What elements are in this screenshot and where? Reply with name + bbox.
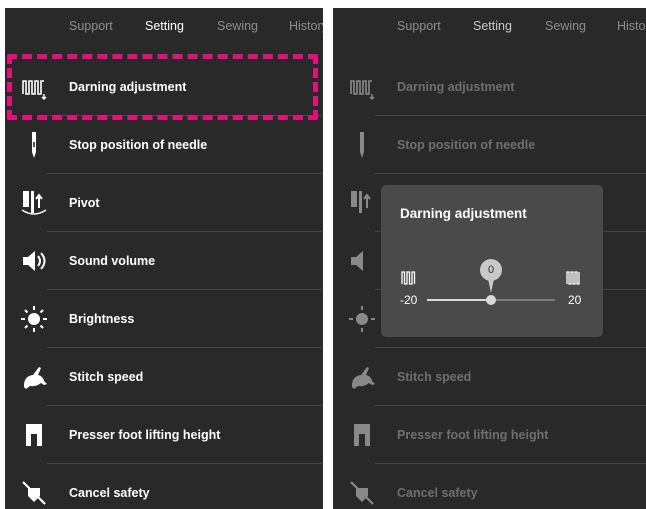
presser-foot-icon	[26, 424, 42, 446]
slider-value-pointer	[488, 279, 494, 293]
setting-label: Cancel safety	[69, 486, 150, 500]
slider-fill	[427, 299, 491, 301]
tab-history[interactable]: History	[617, 19, 646, 33]
needle-icon	[32, 132, 36, 158]
setting-label: Stop position of needle	[397, 138, 536, 152]
darning-tight-icon	[566, 271, 580, 285]
setting-label: Pivot	[69, 196, 100, 210]
setting-row-stitch-speed[interactable]: Stitch speed	[5, 348, 323, 406]
pivot-icon	[351, 191, 371, 213]
tab-setting[interactable]: Setting	[145, 19, 184, 33]
tab-bar: Support Setting Sewing History	[5, 8, 323, 46]
needle-icon	[360, 132, 364, 158]
brightness-icon	[21, 306, 47, 332]
tab-history[interactable]: History	[289, 19, 323, 33]
setting-row-stitch-speed[interactable]: Stitch speed	[333, 348, 646, 406]
rabbit-icon	[352, 367, 375, 389]
setting-row-darning[interactable]: Darning adjustment	[333, 58, 646, 116]
speaker-icon	[351, 251, 363, 271]
slider-thumb[interactable]	[486, 295, 496, 305]
tab-sewing[interactable]: Sewing	[545, 19, 586, 33]
setting-label: Presser foot lifting height	[397, 428, 549, 442]
pivot-icon	[21, 191, 47, 215]
setting-label: Darning adjustment	[397, 80, 515, 94]
setting-row-presser-foot[interactable]: Presser foot lifting height	[333, 406, 646, 464]
presser-foot-icon	[354, 424, 370, 446]
darning-loose-icon	[401, 271, 416, 285]
setting-label: Presser foot lifting height	[69, 428, 221, 442]
setting-label: Stitch speed	[69, 370, 144, 384]
setting-row-brightness[interactable]: Brightness	[5, 290, 323, 348]
setting-row-cancel-safety[interactable]: Cancel safety	[5, 464, 323, 509]
tab-bar: Support Setting Sewing History	[333, 8, 646, 46]
setting-label: Stitch speed	[397, 370, 472, 384]
darning-adjustment-dialog: Darning adjustment 0 -20 20	[381, 185, 603, 337]
slider-min-label: -20	[400, 293, 418, 307]
cancel-safety-icon	[22, 481, 46, 505]
setting-row-sound[interactable]: Sound volume	[5, 232, 323, 290]
setting-label: Sound volume	[69, 254, 156, 268]
setting-label: Stop position of needle	[69, 138, 208, 152]
setting-row-needle-stop[interactable]: Stop position of needle	[5, 116, 323, 174]
setting-row-pivot[interactable]: Pivot	[5, 174, 323, 232]
tab-sewing[interactable]: Sewing	[217, 19, 258, 33]
setting-label: Brightness	[69, 312, 135, 326]
slider-value-bubble: 0	[480, 259, 502, 281]
tab-support[interactable]: Support	[69, 19, 113, 33]
darning-icon	[350, 80, 375, 100]
brightness-icon	[349, 306, 375, 332]
setting-row-cancel-safety[interactable]: Cancel safety	[333, 464, 646, 509]
setting-row-needle-stop[interactable]: Stop position of needle	[333, 116, 646, 174]
cancel-safety-icon	[350, 481, 374, 505]
tab-support[interactable]: Support	[397, 19, 441, 33]
slider-max-label: 20	[568, 293, 582, 307]
rabbit-icon	[24, 367, 47, 389]
dialog-title: Darning adjustment	[400, 206, 527, 221]
highlight-box	[7, 54, 318, 120]
setting-row-presser-foot[interactable]: Presser foot lifting height	[5, 406, 323, 464]
setting-label: Cancel safety	[397, 486, 478, 500]
tab-setting[interactable]: Setting	[473, 19, 512, 33]
speaker-icon	[23, 251, 46, 271]
